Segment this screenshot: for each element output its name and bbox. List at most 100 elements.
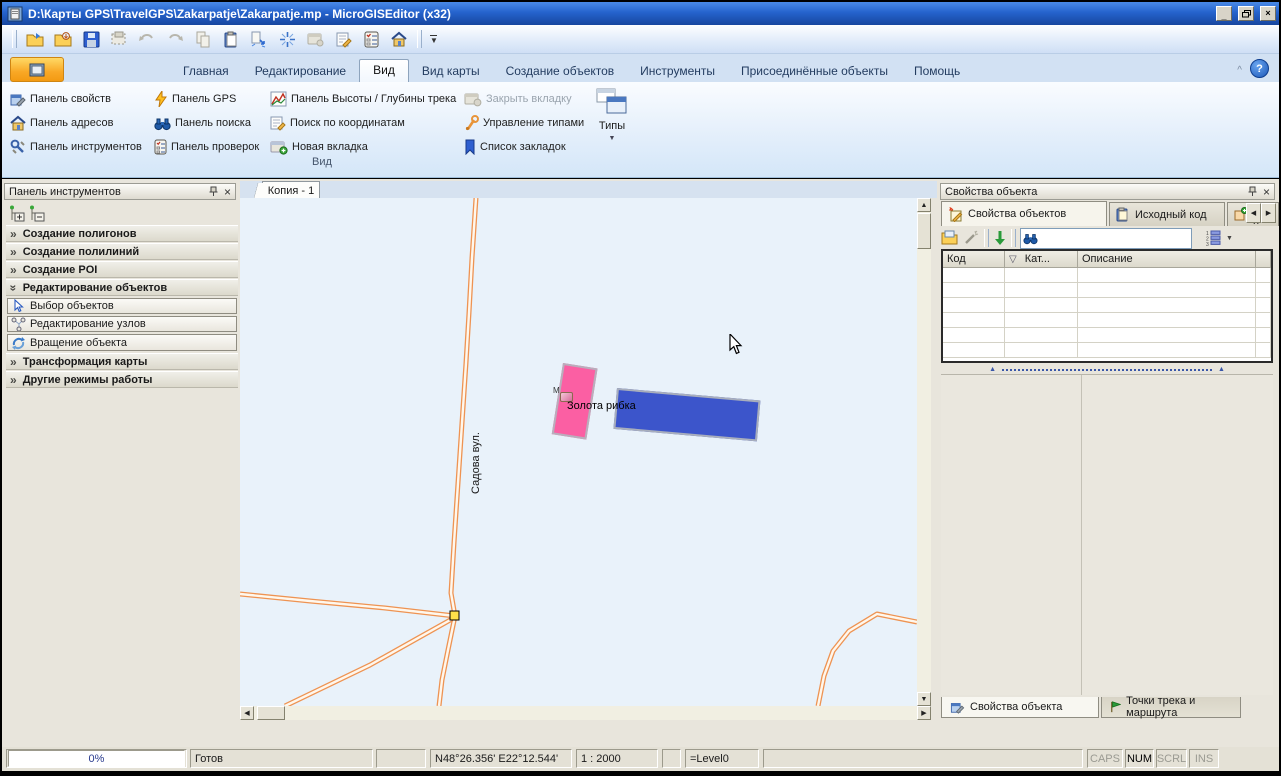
ribbon-item-search-panel[interactable]: Панель поиска bbox=[154, 114, 251, 132]
map-horizontal-scrollbar[interactable]: ◀ ▶ bbox=[240, 706, 931, 720]
snap-button[interactable] bbox=[277, 29, 297, 49]
undo-button[interactable] bbox=[137, 29, 157, 49]
scroll-left-button[interactable]: ◀ bbox=[240, 706, 254, 720]
table-cell[interactable] bbox=[1005, 328, 1078, 343]
group-create-poi[interactable]: »Создание POI bbox=[6, 261, 238, 278]
table-cell[interactable] bbox=[943, 283, 1005, 298]
bottom-tab-object-properties[interactable]: Свойства объекта bbox=[941, 697, 1099, 718]
column-header-kod[interactable]: Код bbox=[943, 251, 1005, 268]
type-search-input[interactable] bbox=[1020, 228, 1192, 249]
map-level-cell[interactable]: =Level0 bbox=[685, 749, 759, 768]
ribbon-item-close-tab[interactable]: Закрыть вкладку bbox=[464, 90, 572, 108]
horizontal-scroll-thumb[interactable] bbox=[257, 706, 285, 720]
table-cell[interactable] bbox=[1256, 298, 1271, 313]
table-cell[interactable] bbox=[1078, 283, 1256, 298]
table-cell[interactable] bbox=[1078, 328, 1256, 343]
sort-list-button[interactable]: 123 bbox=[1206, 230, 1222, 246]
pin-icon[interactable] bbox=[1247, 186, 1258, 197]
codes-table[interactable]: Код ▽Кат... Описание bbox=[941, 249, 1273, 363]
pin-icon[interactable] bbox=[208, 186, 219, 197]
close-button[interactable]: × bbox=[1260, 6, 1276, 21]
home-view-button[interactable] bbox=[389, 29, 409, 49]
table-cell[interactable] bbox=[1005, 298, 1078, 313]
expand-all-icon[interactable] bbox=[8, 205, 26, 222]
ribbon-item-new-tab[interactable]: Новая вкладка bbox=[270, 138, 368, 156]
collapse-all-icon[interactable] bbox=[28, 205, 46, 222]
group-other-modes[interactable]: »Другие режимы работы bbox=[6, 371, 238, 388]
tool-edit-nodes[interactable]: Редактирование узлов bbox=[7, 316, 237, 332]
column-header-opisanie[interactable]: Описание bbox=[1078, 251, 1256, 268]
group-edit-objects[interactable]: »Редактирование объектов bbox=[6, 279, 238, 296]
scroll-down-button[interactable]: ▼ bbox=[917, 692, 931, 706]
ribbon-item-type-management[interactable]: Управление типами bbox=[464, 114, 584, 132]
collapse-ribbon-icon[interactable]: ^ bbox=[1237, 65, 1242, 76]
ribbon-item-gps-panel[interactable]: Панель GPS bbox=[154, 90, 236, 108]
tab-instrumenty[interactable]: Инструменты bbox=[627, 61, 728, 82]
checks-panel-button[interactable] bbox=[361, 29, 381, 49]
toolbar-options-button[interactable]: ▼ bbox=[430, 35, 438, 43]
group-create-polylines[interactable]: »Создание полилиний bbox=[6, 243, 238, 260]
map-canvas[interactable]: Садова вул. М Золота рибка bbox=[240, 198, 917, 706]
application-menu-button[interactable] bbox=[10, 57, 64, 82]
ribbon-item-coordinate-search[interactable]: Поиск по координатам bbox=[270, 114, 405, 132]
edit-source-button[interactable] bbox=[333, 29, 353, 49]
tab-vid[interactable]: Вид bbox=[359, 59, 409, 82]
bottom-tab-track-points[interactable]: Точки трека и маршрута bbox=[1101, 697, 1241, 718]
tool-rotate-object[interactable]: Вращение объекта bbox=[7, 334, 237, 351]
close-tab-toolbar-button[interactable] bbox=[305, 29, 325, 49]
open-type-folder-button[interactable] bbox=[941, 230, 959, 246]
tab-pomosch[interactable]: Помощь bbox=[901, 61, 973, 82]
table-cell[interactable] bbox=[943, 343, 1005, 358]
tab-prisoedinennye-obekty[interactable]: Присоединённые объекты bbox=[728, 61, 901, 82]
close-panel-icon[interactable]: × bbox=[1263, 185, 1270, 199]
table-cell[interactable] bbox=[1256, 268, 1271, 283]
tab-vid-karty[interactable]: Вид карты bbox=[409, 61, 493, 82]
table-cell[interactable] bbox=[1005, 313, 1078, 328]
paste-to-coordinates-button[interactable] bbox=[249, 29, 269, 49]
table-cell[interactable] bbox=[1256, 313, 1271, 328]
road-node-marker[interactable] bbox=[450, 611, 459, 620]
map-scale-cell[interactable]: 1 : 2000 bbox=[576, 749, 658, 768]
close-panel-icon[interactable]: × bbox=[224, 185, 231, 199]
table-cell[interactable] bbox=[1005, 343, 1078, 358]
title-bar[interactable]: D:\Карты GPS\TravelGPS\Zakarpatje\Zakarp… bbox=[2, 2, 1279, 25]
tabs-scroll-right-button[interactable]: ▶ bbox=[1261, 203, 1276, 223]
ribbon-item-properties-panel[interactable]: Панель свойств bbox=[10, 90, 111, 108]
tab-sozdanie-obektov[interactable]: Создание объектов bbox=[493, 61, 628, 82]
tab-object-properties[interactable]: Свойства объектов bbox=[941, 201, 1107, 226]
map-tab-kopiya-1[interactable]: Копия - 1 bbox=[262, 181, 320, 199]
restore-button[interactable] bbox=[1238, 6, 1254, 21]
add-map-button[interactable] bbox=[53, 29, 73, 49]
tool-select-objects[interactable]: Выбор объектов bbox=[7, 298, 237, 314]
copy-button[interactable] bbox=[193, 29, 213, 49]
ribbon-item-track-height-panel[interactable]: Панель Высоты / Глубины трека bbox=[270, 90, 456, 108]
table-cell[interactable] bbox=[1256, 283, 1271, 298]
property-values-area[interactable] bbox=[941, 374, 1273, 695]
table-cell[interactable] bbox=[943, 268, 1005, 283]
redo-button[interactable] bbox=[165, 29, 185, 49]
table-cell[interactable] bbox=[943, 298, 1005, 313]
table-cell[interactable] bbox=[1005, 268, 1078, 283]
group-map-transformation[interactable]: »Трансформация карты bbox=[6, 353, 238, 370]
select-region-button[interactable] bbox=[109, 29, 129, 49]
save-button[interactable] bbox=[81, 29, 101, 49]
open-file-button[interactable] bbox=[25, 29, 45, 49]
ribbon-item-tools-panel[interactable]: Панель инструментов bbox=[10, 138, 142, 156]
scroll-right-button[interactable]: ▶ bbox=[917, 706, 931, 720]
magic-wand-button[interactable] bbox=[963, 230, 980, 246]
tab-glavnaya[interactable]: Главная bbox=[170, 61, 242, 82]
tabs-scroll-left-button[interactable]: ◀ bbox=[1246, 203, 1261, 223]
column-header-kat[interactable]: ▽Кат... bbox=[1005, 251, 1078, 268]
help-button[interactable]: ? bbox=[1250, 59, 1269, 78]
types-button[interactable]: Типы ▼ bbox=[588, 87, 636, 153]
table-cell[interactable] bbox=[1078, 343, 1256, 358]
map-vertical-scrollbar[interactable]: ▲ ▼ bbox=[917, 198, 931, 706]
panel-splitter[interactable]: ▲ ▲ bbox=[941, 365, 1273, 374]
table-cell[interactable] bbox=[1078, 298, 1256, 313]
scroll-up-button[interactable]: ▲ bbox=[917, 198, 931, 212]
table-cell[interactable] bbox=[1256, 343, 1271, 358]
ribbon-item-addresses-panel[interactable]: Панель адресов bbox=[10, 114, 113, 132]
table-cell[interactable] bbox=[1005, 283, 1078, 298]
ribbon-item-checks-panel[interactable]: Панель проверок bbox=[154, 138, 259, 156]
tab-source-code[interactable]: Исходный код bbox=[1109, 202, 1225, 226]
